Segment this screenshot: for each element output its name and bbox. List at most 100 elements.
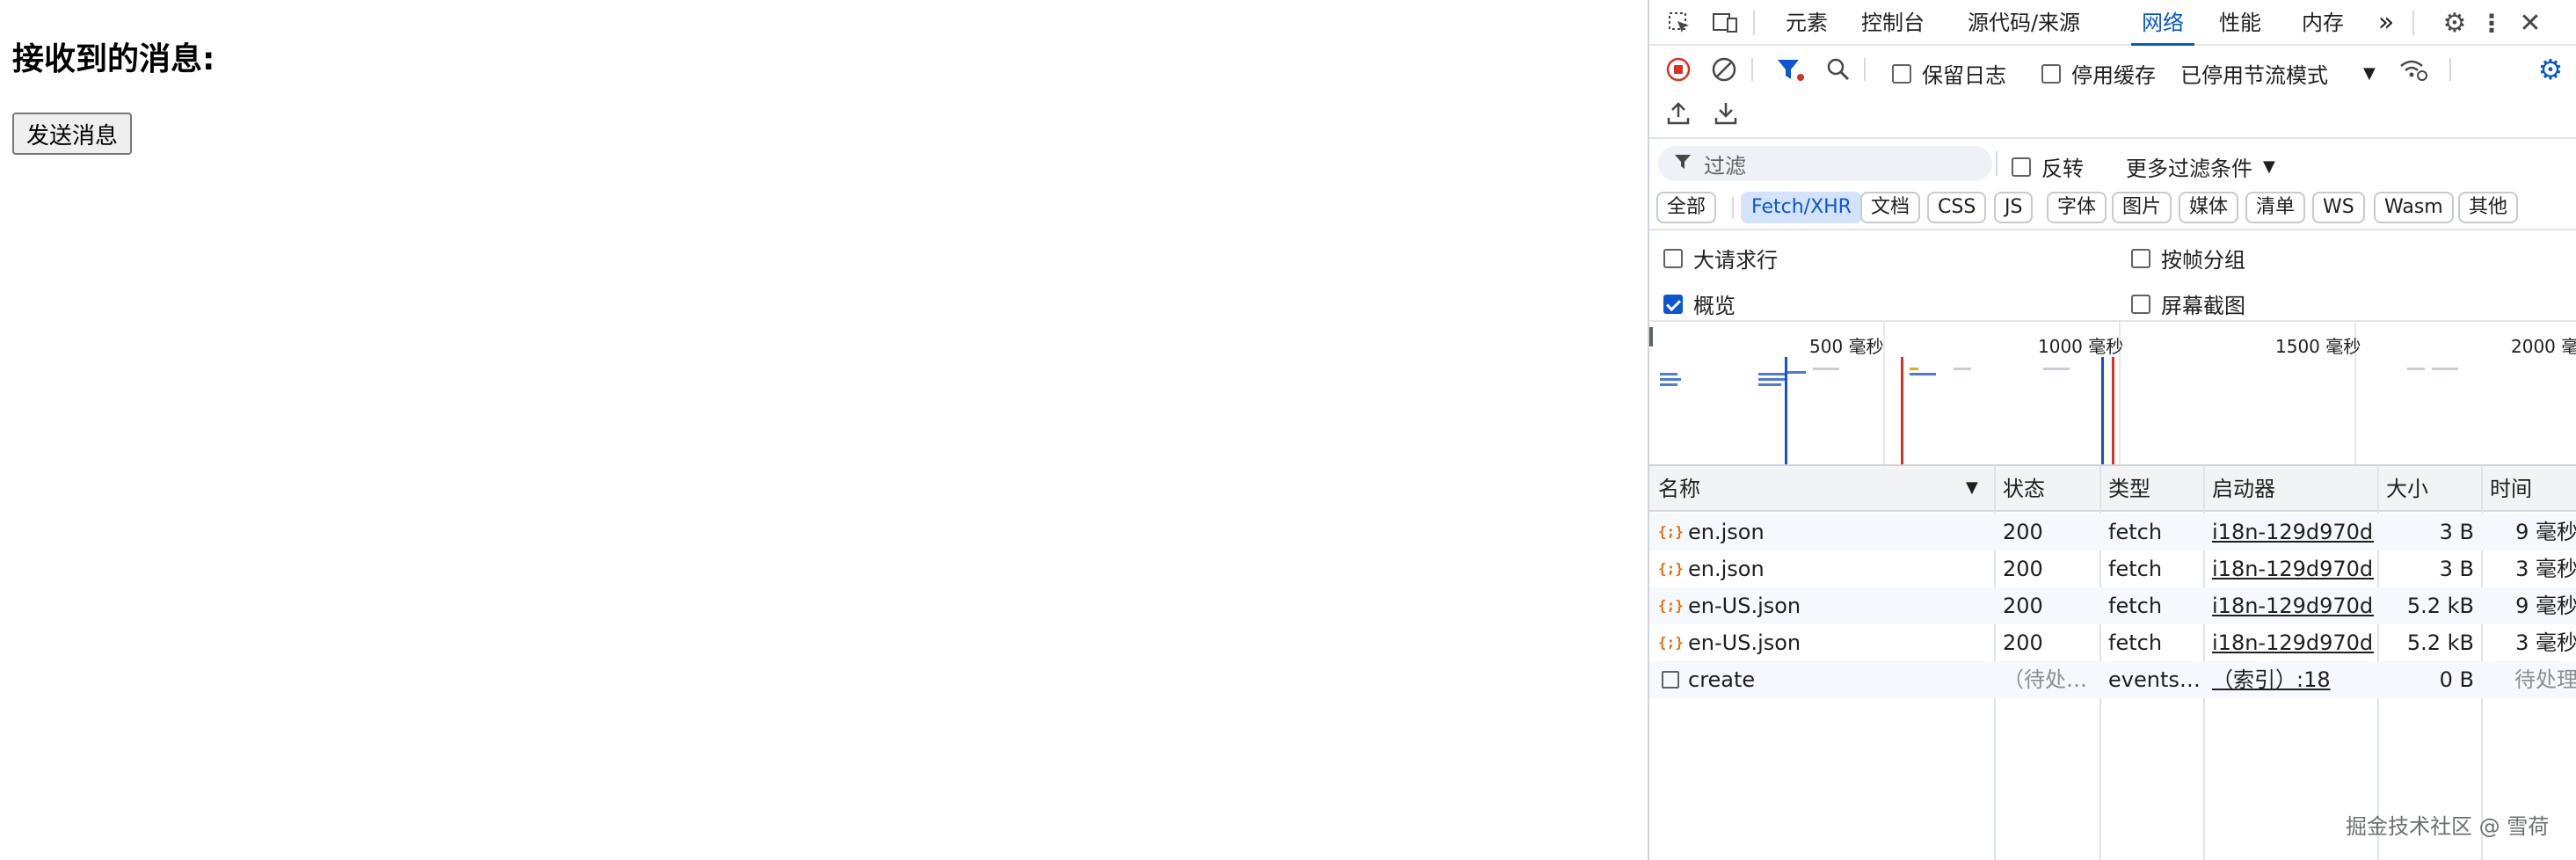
request-name: en-US.json <box>1688 630 1801 655</box>
chip-ws[interactable]: WS <box>2312 192 2365 223</box>
request-name: create <box>1688 667 1756 692</box>
dom-content-loaded-marker <box>2101 357 2104 464</box>
request-status: （待处… <box>2003 667 2087 692</box>
request-status: 200 <box>2003 520 2043 544</box>
json-file-icon: {;} <box>1658 597 1684 614</box>
column-time-header[interactable]: 时间 <box>2481 466 2576 512</box>
request-time: 待处理 <box>2514 667 2576 692</box>
chip-css[interactable]: CSS <box>1927 192 1987 223</box>
request-type: fetch <box>2108 520 2163 544</box>
network-settings-gear-icon[interactable]: ⚙ <box>2536 53 2565 86</box>
request-initiator-link[interactable]: i18n-129d970d.js <box>2212 550 2374 587</box>
column-initiator-header[interactable]: 启动器 <box>2203 466 2377 512</box>
more-tabs-button[interactable]: » <box>2369 0 2404 46</box>
request-initiator-link[interactable]: i18n-129d970d.js <box>2212 514 2374 550</box>
invert-checkbox[interactable]: 反转 <box>2012 151 2084 182</box>
column-size-header[interactable]: 大小 <box>2377 466 2481 512</box>
tab-sources[interactable]: 源代码/来源 <box>1945 0 2103 46</box>
table-row[interactable]: create （待处… events… （索引）:18 0 B 待处理 <box>1649 661 2576 698</box>
tab-console[interactable]: 控制台 <box>1850 0 1936 46</box>
group-by-frame-box[interactable] <box>2131 248 2150 268</box>
search-icon[interactable] <box>1825 56 1852 83</box>
filter-input[interactable]: 过滤 <box>1658 146 1992 181</box>
resource-type-filters: 全部 Fetch/XHR 文档 CSS JS 字体 图片 媒体 清单 WS Wa… <box>1649 186 2576 230</box>
device-toolbar-icon[interactable] <box>1711 9 1739 37</box>
invert-label: 反转 <box>2041 157 2084 181</box>
table-row[interactable]: {;} en.json 200 fetch i18n-129d970d.js 3… <box>1649 550 2576 587</box>
devtools-panel: 元素 控制台 源代码/来源 网络 性能 内存 » ⚙ ⋮ ✕ 保留日志 停用缓存… <box>1648 0 2576 860</box>
preserve-log-checkbox[interactable]: 保留日志 <box>1892 58 2006 89</box>
clear-icon[interactable] <box>1711 56 1737 83</box>
request-status: 200 <box>2003 630 2043 655</box>
chip-img[interactable]: 图片 <box>2112 192 2172 223</box>
caret-down-icon: ▼ <box>2363 64 2376 83</box>
overview-label: 概览 <box>1693 294 1736 318</box>
invert-box[interactable] <box>2012 157 2031 177</box>
filter-placeholder: 过滤 <box>1704 153 1746 179</box>
request-initiator-link[interactable]: （索引）:18 <box>2212 661 2374 698</box>
send-message-button[interactable]: 发送消息 <box>12 113 133 155</box>
overview-tick-label: 1000 毫秒 <box>2038 336 2124 357</box>
chip-doc[interactable]: 文档 <box>1860 192 1921 223</box>
large-rows-checkbox[interactable]: 大请求行 <box>1663 243 1778 273</box>
table-row[interactable]: {;} en-US.json 200 fetch i18n-129d970d.j… <box>1649 624 2576 661</box>
chip-media[interactable]: 媒体 <box>2179 192 2239 223</box>
throttling-select[interactable]: 已停用节流模式 ▼ <box>2180 58 2376 89</box>
close-icon[interactable]: ✕ <box>2516 8 2544 39</box>
filter-funnel-icon[interactable] <box>1776 56 1806 83</box>
disable-cache-label: 停用缓存 <box>2071 63 2156 88</box>
request-size: 5.2 kB <box>2406 630 2474 655</box>
inspect-element-icon[interactable] <box>1665 9 1693 37</box>
table-row[interactable]: {;} en.json 200 fetch i18n-129d970d.js 3… <box>1649 514 2576 550</box>
settings-gear-icon[interactable]: ⚙ <box>2441 8 2469 39</box>
request-initiator-link[interactable]: i18n-129d970d.js <box>2212 624 2374 661</box>
tab-elements[interactable]: 元素 <box>1772 0 1841 46</box>
network-conditions-icon[interactable] <box>2398 56 2428 83</box>
large-rows-box[interactable] <box>1663 248 1683 268</box>
chip-manifest[interactable]: 清单 <box>2245 192 2306 223</box>
more-filters-dropdown[interactable]: 更多过滤条件 ▼ <box>2126 151 2275 182</box>
table-row[interactable]: {;} en-US.json 200 fetch i18n-129d970d.j… <box>1649 587 2576 624</box>
more-filters-label: 更多过滤条件 <box>2126 157 2252 181</box>
document-icon <box>1662 671 1679 689</box>
sort-caret-icon: ▼ <box>1966 478 1978 497</box>
overview-box[interactable] <box>1663 294 1683 314</box>
chip-wasm[interactable]: Wasm <box>2374 192 2454 223</box>
import-har-icon[interactable] <box>1665 100 1692 127</box>
request-name: en.json <box>1688 557 1765 581</box>
json-file-icon: {;} <box>1658 634 1684 651</box>
tab-performance[interactable]: 性能 <box>2203 0 2277 46</box>
export-har-icon[interactable] <box>1713 100 1739 127</box>
overview-left-handle[interactable] <box>1649 327 1653 346</box>
tab-network[interactable]: 网络 <box>2131 0 2194 46</box>
chip-other[interactable]: 其他 <box>2458 192 2519 223</box>
disable-cache-box[interactable] <box>2041 63 2061 84</box>
overview-tick-label: 1500 毫秒 <box>2275 336 2361 357</box>
chip-all[interactable]: 全部 <box>1656 192 1717 223</box>
chip-fetch-xhr[interactable]: Fetch/XHR <box>1741 192 1862 223</box>
network-overview-timeline[interactable]: 500 毫秒 1000 毫秒 1500 毫秒 2000 毫秒 <box>1649 322 2576 466</box>
disable-cache-checkbox[interactable]: 停用缓存 <box>2041 58 2156 89</box>
filter-funnel-small-icon <box>1674 151 1692 176</box>
chip-js[interactable]: JS <box>1994 192 2034 223</box>
request-initiator-link[interactable]: i18n-129d970d.js <box>2212 587 2374 624</box>
devtools-tab-bar: 元素 控制台 源代码/来源 网络 性能 内存 » ⚙ ⋮ ✕ <box>1649 0 2576 46</box>
record-stop-icon[interactable] <box>1665 56 1692 83</box>
caret-down-icon: ▼ <box>2263 157 2275 176</box>
chip-font[interactable]: 字体 <box>2047 192 2107 223</box>
network-toolbar: 保留日志 停用缓存 已停用节流模式 ▼ ⚙ <box>1649 46 2576 139</box>
screenshots-box[interactable] <box>2131 294 2150 314</box>
column-name-header[interactable]: 名称 <box>1649 466 1994 512</box>
overview-checkbox[interactable]: 概览 <box>1663 288 1736 319</box>
tab-memory[interactable]: 内存 <box>2286 0 2360 46</box>
column-type-header[interactable]: 类型 <box>2099 466 2203 512</box>
request-time: 9 毫秒 <box>2515 520 2576 544</box>
more-options-icon[interactable]: ⋮ <box>2479 9 2504 38</box>
preserve-log-box[interactable] <box>1892 63 1911 84</box>
group-by-frame-checkbox[interactable]: 按帧分组 <box>2131 243 2245 273</box>
request-size: 5.2 kB <box>2406 594 2474 618</box>
column-status-header[interactable]: 状态 <box>1994 466 2099 512</box>
web-page: 接收到的消息: 发送消息 <box>0 0 1648 860</box>
request-time: 9 毫秒 <box>2515 594 2576 618</box>
screenshots-checkbox[interactable]: 屏幕截图 <box>2131 288 2245 319</box>
